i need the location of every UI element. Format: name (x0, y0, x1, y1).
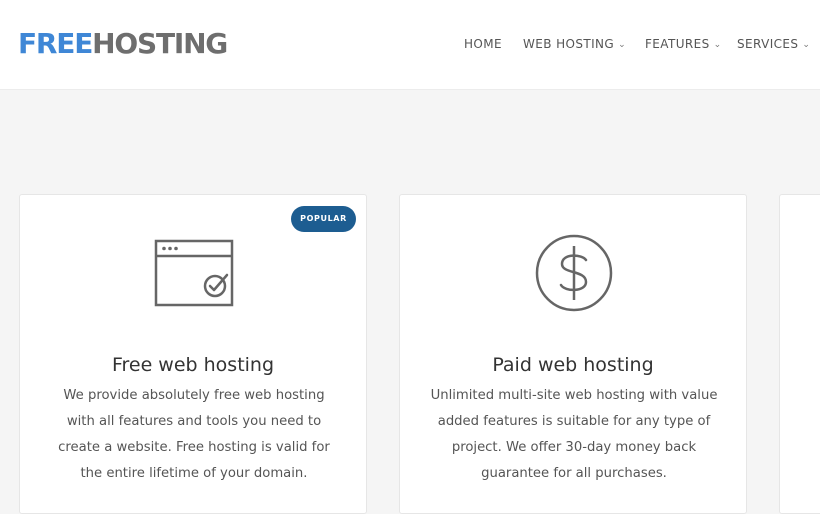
chevron-down-icon: ⌄ (713, 40, 722, 50)
dollar-circle-icon (535, 234, 613, 312)
nav-services[interactable]: SERVICES ⌄ (737, 36, 810, 53)
nav-home-label: HOME (464, 37, 503, 51)
card-title: Free web hosting (111, 354, 275, 376)
plan-card-free: POPULAR Free web hosting We provide abso… (19, 194, 367, 514)
card-description: We provide absolutely free web hosting w… (58, 388, 330, 481)
nav-home[interactable]: HOME (464, 36, 502, 52)
plan-card-paid: Paid web hosting Unlimited multi-site we… (399, 194, 747, 514)
main-nav: HOME WEB HOSTING ⌄ FEATURES ⌄ SERVICES ⌄ (0, 36, 820, 52)
popular-badge: POPULAR (291, 206, 356, 232)
chevron-down-icon: ⌄ (618, 40, 627, 50)
nav-web-hosting[interactable]: WEB HOSTING ⌄ (523, 36, 626, 53)
nav-features-label: FEATURES (645, 37, 710, 51)
site-header: FREEHOSTING HOME WEB HOSTING ⌄ FEATURES ⌄ … (0, 0, 820, 90)
card-description: Unlimited multi-site web hosting with va… (430, 388, 718, 481)
nav-services-label: SERVICES (737, 37, 799, 51)
nav-web-hosting-label: WEB HOSTING (523, 37, 615, 51)
browser-window-check-icon (154, 239, 234, 307)
chevron-down-icon: ⌄ (802, 40, 811, 50)
plan-card-partial (779, 194, 820, 514)
nav-features[interactable]: FEATURES ⌄ (645, 36, 722, 53)
card-title: Paid web hosting (492, 354, 654, 376)
